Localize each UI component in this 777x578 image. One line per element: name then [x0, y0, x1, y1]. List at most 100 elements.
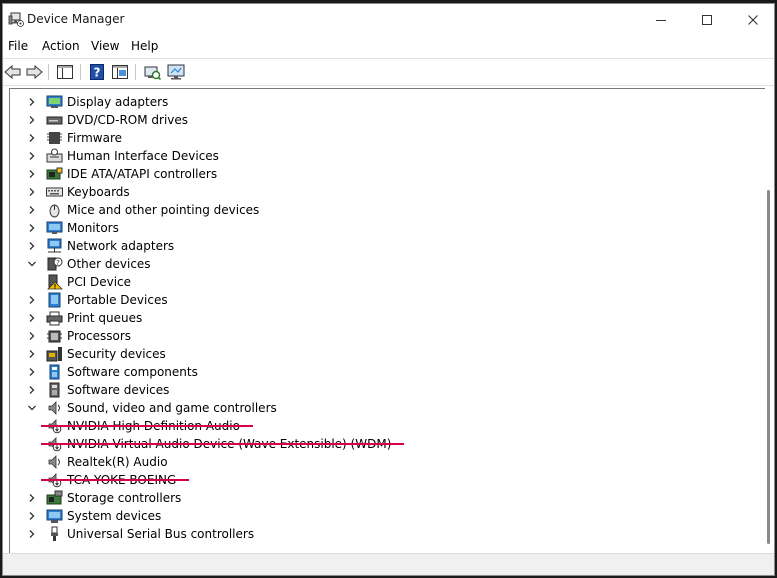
toolbar-separator — [135, 64, 136, 80]
tree-category-row[interactable]: IDE ATA/ATAPI controllers — [27, 165, 217, 183]
menu-file[interactable]: File — [8, 39, 28, 53]
tree-category-row[interactable]: Network adapters — [27, 237, 174, 255]
chevron-right-icon[interactable] — [27, 529, 37, 539]
close-icon — [748, 15, 758, 25]
menu-help[interactable]: Help — [131, 39, 158, 53]
tree-item-label: Storage controllers — [67, 491, 182, 505]
chevron-right-icon[interactable] — [27, 205, 37, 215]
chevron-right-icon[interactable] — [27, 367, 37, 377]
software-device-icon — [49, 382, 60, 398]
chevron-right-icon[interactable] — [27, 151, 37, 161]
usb-icon — [51, 526, 58, 541]
chevron-right-icon[interactable] — [27, 133, 37, 143]
chevron-right-icon[interactable] — [27, 385, 37, 395]
forward-arrow-icon — [26, 65, 43, 79]
properties-button[interactable] — [110, 62, 130, 82]
chevron-right-icon[interactable] — [27, 223, 37, 233]
hid-icon — [46, 148, 63, 163]
software-component-icon — [49, 364, 60, 380]
chevron-right-icon[interactable] — [27, 349, 37, 359]
tree-category-row[interactable]: Processors — [27, 327, 131, 345]
tree-category-row[interactable]: ? Other devices — [27, 255, 151, 273]
tree-category-row[interactable]: Mice and other pointing devices — [27, 201, 259, 219]
dvd-drive-icon — [46, 116, 63, 125]
scrollbar-thumb[interactable] — [767, 190, 770, 544]
tree-category-row[interactable]: Sound, video and game controllers — [27, 399, 277, 417]
tree-category-row[interactable]: Monitors — [27, 219, 119, 237]
tree-item-label: System devices — [67, 509, 162, 523]
speaker-icon — [48, 401, 60, 415]
strikethrough-annotation — [41, 479, 190, 481]
chevron-right-icon[interactable] — [27, 97, 37, 107]
svg-text:!: ! — [54, 284, 57, 291]
tree-item-label: Network adapters — [67, 239, 175, 253]
help-button[interactable]: ? — [87, 62, 107, 82]
chevron-right-icon[interactable] — [27, 295, 37, 305]
scan-hardware-button[interactable] — [142, 62, 162, 82]
tree-category-row[interactable]: System devices — [27, 507, 161, 525]
chevron-right-icon[interactable] — [27, 187, 37, 197]
chevron-right-icon[interactable] — [27, 241, 37, 251]
tree-item-label: Universal Serial Bus controllers — [67, 527, 255, 541]
status-bar — [3, 553, 774, 575]
tree-category-row[interactable]: Print queues — [27, 309, 142, 327]
tree-category-row[interactable]: Universal Serial Bus controllers — [27, 525, 254, 543]
tree-device-row[interactable]: ! PCI Device — [46, 273, 131, 291]
back-arrow-icon — [4, 65, 21, 79]
vertical-scrollbar[interactable] — [765, 88, 773, 553]
tree-category-row[interactable]: Software components — [27, 363, 198, 381]
monitor-button[interactable] — [166, 62, 186, 82]
chevron-right-icon[interactable] — [27, 169, 37, 179]
warning-device-icon: ! — [47, 274, 63, 291]
show-hide-console-tree-button[interactable] — [55, 62, 75, 82]
ide-controller-icon — [46, 167, 63, 180]
monitor-icon — [46, 221, 63, 234]
chevron-right-icon[interactable] — [27, 115, 37, 125]
title-bar[interactable]: Device Manager — [3, 4, 774, 36]
tree-category-row[interactable]: Security devices — [27, 345, 166, 363]
system-device-icon — [46, 509, 63, 523]
maximize-button[interactable] — [684, 4, 730, 36]
chevron-right-icon[interactable] — [27, 313, 37, 323]
tree-item-label: Other devices — [67, 257, 151, 271]
device-tree[interactable]: Display adapters DVD/CD-ROM drives Firmwar… — [9, 88, 766, 554]
tree-device-row[interactable]: Realtek(R) Audio — [46, 453, 168, 471]
forward-button[interactable] — [24, 62, 44, 82]
minimize-button[interactable] — [638, 4, 684, 36]
tree-category-row[interactable]: Display adapters — [27, 93, 168, 111]
help-icon: ? — [90, 64, 104, 80]
tree-item-label: Firmware — [67, 131, 122, 145]
tree-category-row[interactable]: Software devices — [27, 381, 169, 399]
printer-icon — [46, 311, 63, 326]
tree-item-label: Display adapters — [67, 95, 169, 109]
back-button[interactable] — [3, 62, 23, 82]
tree-category-row[interactable]: Portable Devices — [27, 291, 168, 309]
close-button[interactable] — [730, 4, 774, 36]
chevron-down-icon[interactable] — [27, 403, 37, 413]
mouse-icon — [49, 204, 60, 218]
chevron-right-icon[interactable] — [27, 511, 37, 521]
strikethrough-annotation — [41, 443, 405, 445]
chevron-down-icon[interactable] — [27, 259, 37, 269]
tree-item-label: PCI Device — [67, 275, 132, 289]
menu-action[interactable]: Action — [42, 39, 80, 53]
tree-category-row[interactable]: Storage controllers — [27, 489, 181, 507]
tree-item-label: Processors — [67, 329, 132, 343]
strikethrough-annotation — [41, 425, 253, 427]
tree-item-label: Keyboards — [67, 185, 130, 199]
toolbar-separator — [80, 64, 81, 80]
chevron-right-icon[interactable] — [27, 493, 37, 503]
tree-category-row[interactable]: DVD/CD-ROM drives — [27, 111, 188, 129]
tree-category-row[interactable]: Human Interface Devices — [27, 147, 219, 165]
menu-view[interactable]: View — [91, 39, 119, 53]
toolbar-divider — [3, 85, 774, 86]
scan-hardware-icon — [144, 66, 161, 80]
chevron-right-icon[interactable] — [27, 331, 37, 341]
minimize-icon — [656, 20, 666, 21]
tree-item-label: Portable Devices — [67, 293, 168, 307]
display-adapter-icon — [46, 95, 63, 108]
tree-category-row[interactable]: Firmware — [27, 129, 122, 147]
tree-item-label: Print queues — [67, 311, 143, 325]
tree-category-row[interactable]: Keyboards — [27, 183, 130, 201]
portable-device-icon — [48, 292, 61, 308]
